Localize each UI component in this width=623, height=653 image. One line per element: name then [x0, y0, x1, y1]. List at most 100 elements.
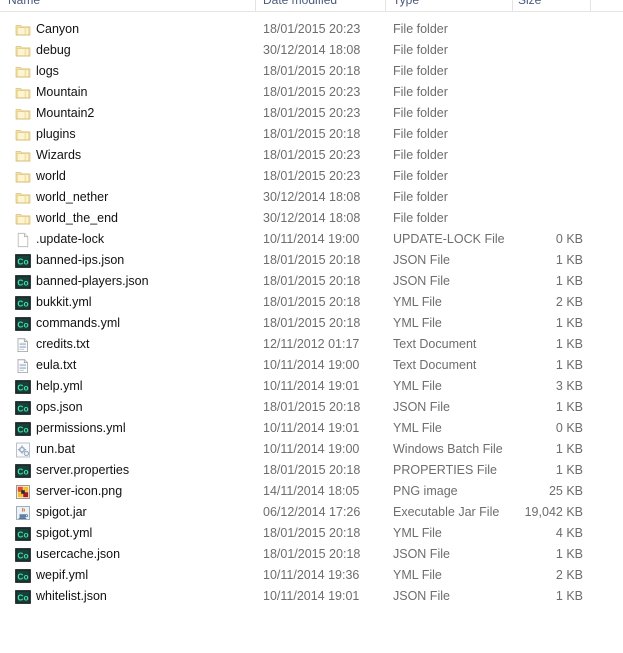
file-size-cell: 1 KB	[555, 463, 583, 477]
date-modified-cell: 14/11/2014 18:05	[263, 484, 360, 498]
table-row[interactable]: debug 30/12/2014 18:08 File folder	[0, 40, 623, 61]
table-row[interactable]: run.bat 10/11/2014 19:00 Windows Batch Fil…	[0, 439, 623, 460]
table-row[interactable]: server-icon.png 14/11/2014 18:05 PNG image…	[0, 481, 623, 502]
table-row[interactable]: Co spigot.yml 18/01/2015 20:18 YML File 4 KB	[0, 523, 623, 544]
file-type-cell: File folder	[393, 106, 448, 120]
batch-gear-icon	[15, 442, 31, 458]
file-size-cell: 1 KB	[555, 358, 583, 372]
file-name-cell: logs	[36, 64, 59, 78]
code-editor-icon: Co	[15, 253, 31, 269]
svg-text:Co: Co	[17, 382, 28, 392]
table-row[interactable]: Mountain 18/01/2015 20:23 File folder	[0, 82, 623, 103]
table-row[interactable]: plugins 18/01/2015 20:18 File folder	[0, 124, 623, 145]
code-editor-icon: Co	[15, 526, 31, 542]
column-header-name[interactable]: Name	[8, 0, 40, 11]
code-editor-icon: Co	[15, 379, 31, 395]
column-divider-type[interactable]	[385, 0, 386, 11]
code-editor-icon: Co	[15, 589, 31, 605]
file-name-cell: wepif.yml	[36, 568, 89, 582]
svg-text:Co: Co	[17, 424, 28, 434]
text-document-icon	[15, 358, 31, 374]
table-row[interactable]: spigot.jar 06/12/2014 17:26 Executable Jar…	[0, 502, 623, 523]
svg-text:Co: Co	[17, 403, 28, 413]
date-modified-cell: 18/01/2015 20:18	[263, 253, 361, 267]
table-row[interactable]: Co usercache.json 18/01/2015 20:18 JSON Fil…	[0, 544, 623, 565]
folder-icon	[15, 169, 31, 185]
folder-icon	[15, 43, 31, 59]
file-size-cell: 1 KB	[555, 547, 583, 561]
table-row[interactable]: Wizards 18/01/2015 20:23 File folder	[0, 145, 623, 166]
file-size-cell: 19,042 KB	[524, 505, 583, 519]
file-size-cell: 1 KB	[555, 337, 583, 351]
column-divider-end[interactable]	[590, 0, 591, 11]
date-modified-cell: 18/01/2015 20:18	[263, 274, 361, 288]
column-header-size[interactable]: Size	[518, 0, 541, 11]
java-jar-icon	[15, 505, 31, 521]
table-row[interactable]: Co permissions.yml 10/11/2014 19:01 YML Fil…	[0, 418, 623, 439]
file-size-cell: 1 KB	[555, 589, 583, 603]
table-row[interactable]: Co banned-players.json 18/01/2015 20:18 JSO…	[0, 271, 623, 292]
date-modified-cell: 10/11/2014 19:00	[263, 442, 360, 456]
table-row[interactable]: .update-lock 10/11/2014 19:00 UPDATE-LOCK …	[0, 229, 623, 250]
file-size-cell: 3 KB	[555, 379, 583, 393]
file-name-cell: .update-lock	[36, 232, 105, 246]
file-type-cell: File folder	[393, 64, 448, 78]
column-divider-date[interactable]	[255, 0, 256, 11]
file-name-cell: usercache.json	[36, 547, 121, 561]
file-name-cell: world_nether	[36, 190, 109, 204]
code-editor-icon: Co	[15, 295, 31, 311]
svg-text:Co: Co	[17, 466, 28, 476]
table-row[interactable]: Co help.yml 10/11/2014 19:01 YML File 3 KB	[0, 376, 623, 397]
file-name-cell: Canyon	[36, 22, 80, 36]
file-type-cell: File folder	[393, 169, 448, 183]
file-name-cell: banned-players.json	[36, 274, 149, 288]
column-header-type[interactable]: Type	[393, 0, 419, 11]
table-row[interactable]: credits.txt 12/11/2012 01:17 Text Document…	[0, 334, 623, 355]
column-divider-size[interactable]	[512, 0, 513, 11]
file-type-cell: File folder	[393, 211, 448, 225]
code-editor-icon: Co	[15, 463, 31, 479]
folder-icon	[15, 106, 31, 122]
table-row[interactable]: world 18/01/2015 20:23 File folder	[0, 166, 623, 187]
table-row[interactable]: Co server.properties 18/01/2015 20:18 PROPE…	[0, 460, 623, 481]
file-size-cell: 0 KB	[555, 232, 583, 246]
file-size-cell: 25 KB	[548, 484, 583, 498]
date-modified-cell: 18/01/2015 20:18	[263, 400, 361, 414]
date-modified-cell: 10/11/2014 19:00	[263, 232, 360, 246]
file-list: Canyon 18/01/2015 20:23 File folder debug 30…	[0, 12, 623, 607]
table-row[interactable]: Co banned-ips.json 18/01/2015 20:18 JSON Fi…	[0, 250, 623, 271]
table-row[interactable]: Co commands.yml 18/01/2015 20:18 YML File 1 …	[0, 313, 623, 334]
column-header-date-modified[interactable]: Date modified	[263, 0, 337, 11]
file-type-cell: File folder	[393, 22, 448, 36]
table-row[interactable]: world_nether 30/12/2014 18:08 File folder	[0, 187, 623, 208]
file-name-cell: world_the_end	[36, 211, 119, 225]
table-row[interactable]: Co bukkit.yml 18/01/2015 20:18 YML File 2 KB	[0, 292, 623, 313]
file-name-cell: credits.txt	[36, 337, 90, 351]
date-modified-cell: 18/01/2015 20:18	[263, 127, 361, 141]
code-editor-icon: Co	[15, 274, 31, 290]
folder-icon	[15, 22, 31, 38]
table-row[interactable]: Co wepif.yml 10/11/2014 19:36 YML File 2 KB	[0, 565, 623, 586]
date-modified-cell: 18/01/2015 20:18	[263, 547, 361, 561]
folder-icon	[15, 211, 31, 227]
table-row[interactable]: world_the_end 30/12/2014 18:08 File folder	[0, 208, 623, 229]
table-row[interactable]: Co ops.json 18/01/2015 20:18 JSON File 1 KB	[0, 397, 623, 418]
table-row[interactable]: Canyon 18/01/2015 20:23 File folder	[0, 19, 623, 40]
text-document-icon	[15, 337, 31, 353]
table-row[interactable]: logs 18/01/2015 20:18 File folder	[0, 61, 623, 82]
file-type-cell: File folder	[393, 85, 448, 99]
svg-text:Co: Co	[17, 529, 28, 539]
png-image-icon	[15, 484, 31, 500]
table-row[interactable]: Mountain2 18/01/2015 20:23 File folder	[0, 103, 623, 124]
folder-icon	[15, 148, 31, 164]
file-name-cell: bukkit.yml	[36, 295, 92, 309]
file-name-cell: spigot.yml	[36, 526, 93, 540]
file-type-cell: YML File	[393, 379, 442, 393]
table-row[interactable]: eula.txt 10/11/2014 19:00 Text Document 1 K…	[0, 355, 623, 376]
svg-text:Co: Co	[17, 277, 28, 287]
file-name-cell: run.bat	[36, 442, 75, 456]
file-name-cell: world	[36, 169, 66, 183]
file-name-cell: help.yml	[36, 379, 83, 393]
code-editor-icon: Co	[15, 316, 31, 332]
table-row[interactable]: Co whitelist.json 10/11/2014 19:01 JSON Fil…	[0, 586, 623, 607]
